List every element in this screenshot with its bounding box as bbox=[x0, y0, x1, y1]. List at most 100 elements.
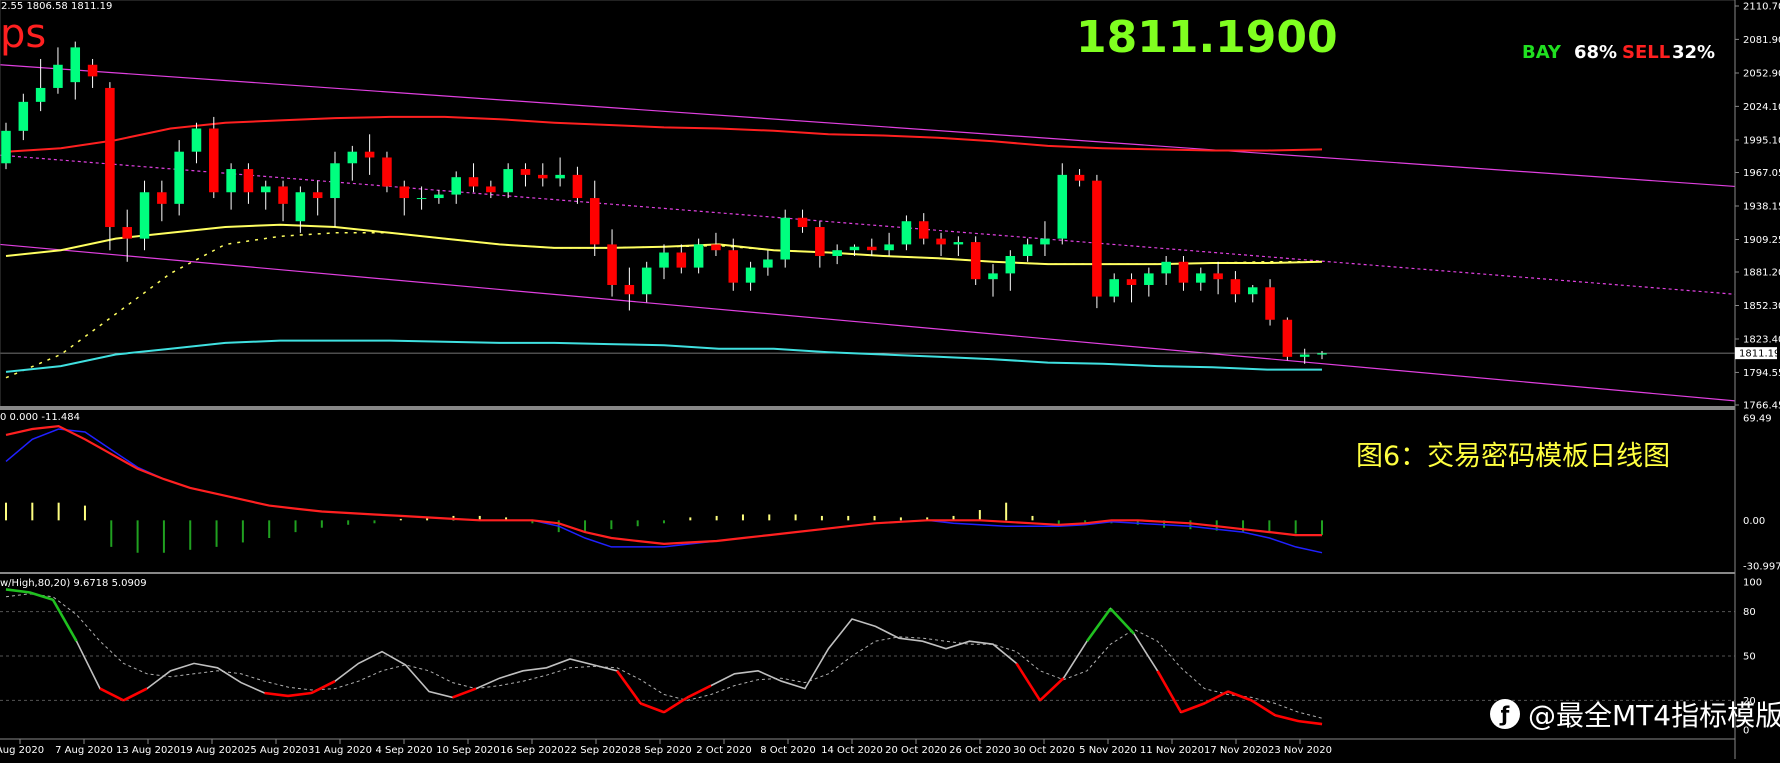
date-tick-label: 13 Aug 2020 bbox=[116, 745, 180, 756]
candle bbox=[538, 163, 548, 187]
date-tick-label: 26 Oct 2020 bbox=[949, 745, 1011, 756]
stochastic-tick-label: 100 bbox=[1743, 578, 1762, 589]
candle-body bbox=[139, 192, 150, 239]
candle bbox=[278, 180, 288, 222]
chart-canvas[interactable]: 2110.70 2081.90 2052.90 2024.10 1995.10 1967.… bbox=[0, 0, 1780, 759]
candle-body bbox=[520, 169, 531, 175]
candle-body bbox=[191, 128, 202, 152]
candle-body bbox=[260, 186, 271, 193]
candle-body bbox=[330, 163, 340, 199]
ma-slow-red-line bbox=[5, 115, 1323, 153]
price-tick-label: 1794.55 bbox=[1743, 368, 1780, 379]
candle bbox=[936, 232, 946, 257]
candle-body bbox=[1040, 238, 1050, 245]
candle bbox=[572, 166, 583, 204]
date-tick-label: 7 Aug 2020 bbox=[55, 745, 113, 756]
candle bbox=[607, 229, 617, 297]
stochastic-panel bbox=[0, 588, 1735, 726]
candle bbox=[1057, 163, 1068, 245]
candle-body bbox=[641, 267, 652, 295]
candle bbox=[260, 180, 271, 210]
candle-body bbox=[745, 267, 756, 283]
date-tick-label: 19 Aug 2020 bbox=[180, 745, 244, 756]
candle bbox=[884, 232, 894, 257]
candle bbox=[1005, 250, 1016, 291]
candle bbox=[209, 116, 219, 199]
candle-body bbox=[849, 246, 860, 251]
candle-body bbox=[1074, 174, 1085, 181]
candle bbox=[641, 261, 652, 303]
candle-body bbox=[87, 64, 98, 77]
axes-layer: 2110.70 2081.90 2052.90 2024.10 1995.10 1967.… bbox=[0, 0, 1780, 759]
candle-body bbox=[122, 227, 132, 239]
date-tick-label: 20 Oct 2020 bbox=[885, 745, 947, 756]
candle-body bbox=[157, 192, 167, 204]
bay-label: BAY bbox=[1522, 42, 1561, 63]
candle bbox=[745, 261, 756, 291]
candle-body bbox=[278, 186, 288, 204]
candle-body bbox=[1265, 287, 1275, 320]
candle bbox=[832, 244, 842, 265]
price-tick-label: 2110.70 bbox=[1743, 2, 1780, 13]
candle bbox=[122, 209, 132, 262]
candle-body bbox=[312, 192, 323, 199]
stochastic-highlight-segment bbox=[1227, 690, 1252, 702]
macd-tick-label: 69.49 bbox=[1743, 414, 1772, 425]
date-tick-label: 22 Sep 2020 bbox=[564, 745, 627, 756]
candle-body bbox=[884, 244, 894, 251]
stochastic-main-line bbox=[5, 588, 1323, 725]
candle-body bbox=[35, 87, 46, 102]
candle-body bbox=[1317, 353, 1327, 355]
macd-tick-label: 0.00 bbox=[1743, 516, 1765, 527]
candle-body bbox=[1092, 180, 1102, 297]
macd-panel bbox=[5, 424, 1323, 554]
candle bbox=[1126, 273, 1137, 303]
price-tick-label: 2024.10 bbox=[1743, 102, 1780, 113]
stochastic-tick-label: 80 bbox=[1743, 607, 1756, 618]
candle-body bbox=[486, 186, 496, 193]
date-tick-label: 11 Nov 2020 bbox=[1140, 745, 1204, 756]
candle-body bbox=[18, 101, 29, 131]
candle bbox=[53, 47, 63, 94]
date-tick-label: 17 Nov 2020 bbox=[1204, 745, 1268, 756]
channel-lower-line bbox=[0, 243, 1736, 402]
panel-separator bbox=[0, 572, 1735, 574]
trading-chart-window[interactable]: 2110.70 2081.90 2052.90 2024.10 1995.10 1967.… bbox=[0, 0, 1780, 759]
candle-body bbox=[105, 87, 115, 228]
stochastic-highlight-segment bbox=[640, 702, 665, 714]
stochastic-highlight-segment bbox=[1250, 699, 1276, 717]
candle-body bbox=[1109, 279, 1119, 297]
candle bbox=[1022, 238, 1033, 262]
stochastic-highlight-segment bbox=[287, 691, 312, 698]
price-panel bbox=[0, 41, 1736, 402]
candle bbox=[1092, 174, 1102, 309]
candle-body bbox=[1126, 279, 1137, 285]
date-tick-label: 23 Nov 2020 bbox=[1268, 745, 1332, 756]
candle bbox=[174, 140, 184, 216]
date-tick-label: 16 Sep 2020 bbox=[500, 745, 563, 756]
candle-body bbox=[1057, 174, 1068, 239]
candle-body bbox=[970, 242, 981, 280]
candle bbox=[918, 213, 929, 245]
candle-body bbox=[1005, 256, 1016, 274]
channel-upper-line bbox=[0, 64, 1736, 188]
stochastic-highlight-segment bbox=[1274, 713, 1299, 723]
stochastic-highlight-segment bbox=[452, 687, 477, 699]
candle bbox=[1282, 317, 1293, 361]
candle-body bbox=[676, 252, 687, 268]
date-tick-label: 31 Aug 2020 bbox=[308, 745, 372, 756]
candle bbox=[520, 163, 531, 187]
stochastic-highlight-segment bbox=[1109, 607, 1135, 635]
candle-body bbox=[243, 169, 254, 193]
candle-body bbox=[226, 169, 236, 193]
candle-body bbox=[538, 174, 548, 179]
candle bbox=[1317, 351, 1327, 360]
candle bbox=[676, 244, 687, 274]
macd-header: 0 0.000 -11.484 bbox=[0, 412, 80, 423]
candle bbox=[988, 264, 998, 297]
candle-body bbox=[347, 151, 358, 164]
candle-body bbox=[728, 250, 739, 283]
candle bbox=[364, 134, 375, 175]
candle-body bbox=[659, 252, 669, 268]
price-tick-label: 1967.05 bbox=[1743, 168, 1780, 179]
